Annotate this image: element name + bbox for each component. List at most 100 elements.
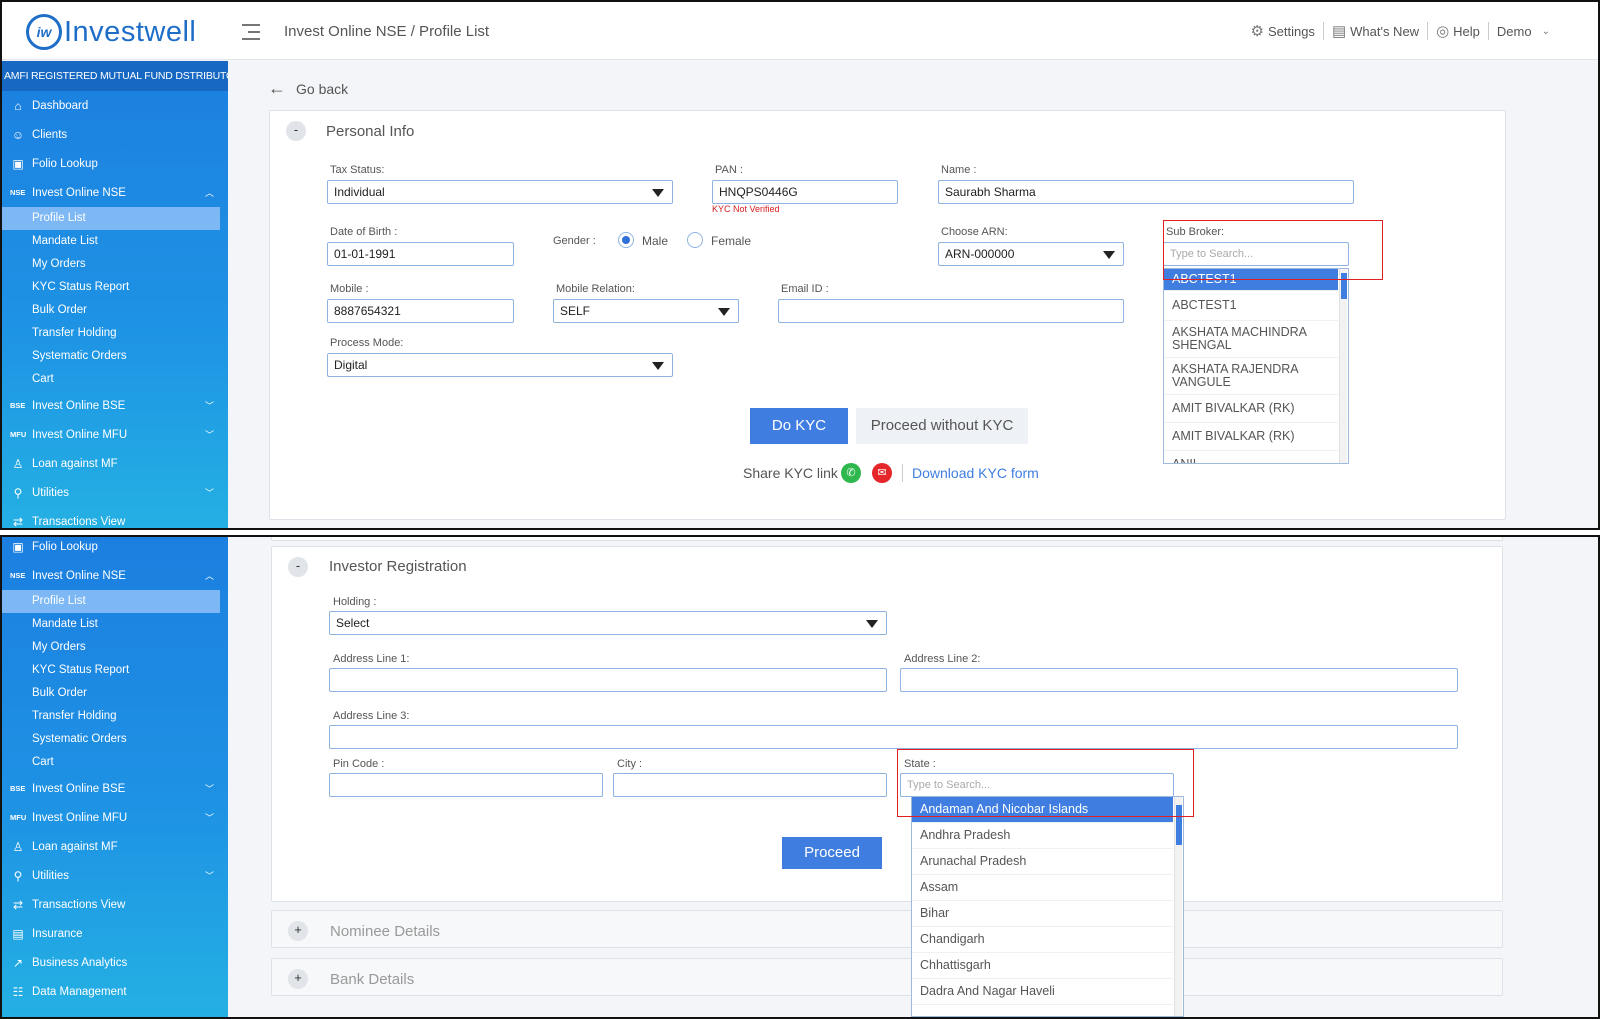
dropdown-option[interactable]: Chandigarh (912, 927, 1173, 953)
expand-toggle[interactable]: + (288, 969, 308, 989)
dropdown-option[interactable]: AMIT BIVALKAR (RK) (1164, 423, 1338, 451)
sidebar-item-folio-lookup[interactable]: ▣ Folio Lookup (2, 149, 228, 178)
sidebar-item-clients[interactable]: ☺ Clients (2, 120, 228, 149)
settings-label: Settings (1267, 23, 1315, 39)
dropdown-scrollbar[interactable] (1174, 797, 1182, 1016)
sidebar-subitem-bulk-order[interactable]: Bulk Order (2, 299, 228, 322)
sidebar-item-transactions[interactable]: ⇄ Transactions View (2, 507, 228, 529)
dropdown-option[interactable]: Arunachal Pradesh (912, 849, 1173, 875)
pan-field[interactable]: HNQPS0446G (712, 180, 898, 204)
whatsapp-icon[interactable]: ✆ (841, 463, 861, 483)
sidebar-item-business-analytics[interactable]: ↗ Business Analytics (2, 948, 228, 977)
sidebar-subitem-kyc-status[interactable]: KYC Status Report (2, 659, 228, 682)
sidebar-item-insurance[interactable]: ▤ Insurance (2, 919, 228, 948)
bank-details-section[interactable]: + Bank Details (271, 958, 1503, 996)
dropdown-option[interactable]: Andhra Pradesh (912, 823, 1173, 849)
email-field[interactable] (778, 299, 1124, 323)
sidebar-item-invest-nse[interactable]: NSE Invest Online NSE ︿ (2, 561, 228, 590)
logo-mark: iw (26, 14, 62, 50)
settings-link[interactable]: ⚙ Settings (1243, 22, 1324, 40)
dropdown-scrollbar[interactable] (1339, 269, 1347, 463)
dropdown-option[interactable]: ABCTEST1 (1164, 291, 1338, 321)
help-link[interactable]: ◎ Help (1428, 22, 1489, 40)
mobile-relation-select[interactable]: SELF (553, 299, 739, 323)
sidebar-item-transactions[interactable]: ⇄ Transactions View (2, 890, 228, 919)
sidebar-subitem-profile-list[interactable]: Profile List (2, 590, 220, 613)
email-icon[interactable]: ✉ (872, 463, 892, 483)
holding-select[interactable]: Select (329, 611, 887, 635)
whats-new-link[interactable]: ▤ What's New (1324, 22, 1429, 40)
sidebar-item-invest-nse[interactable]: NSE Invest Online NSE ︿ (2, 178, 228, 207)
whats-new-label: What's New (1350, 23, 1420, 39)
main-content: - Investor Registration Holding : Select… (231, 537, 1598, 1017)
proceed-button[interactable]: Proceed (782, 837, 882, 869)
sidebar-subitem-transfer-holding[interactable]: Transfer Holding (2, 705, 228, 728)
sidebar-subitem-mandate-list[interactable]: Mandate List (2, 613, 228, 636)
sidebar-item-data-management[interactable]: ☷ Data Management (2, 977, 228, 1006)
sidebar-item-utilities[interactable]: ⚲ Utilities ﹀ (2, 861, 228, 890)
dropdown-option[interactable]: Chhattisgarh (912, 953, 1173, 979)
dropdown-option[interactable]: AKSHATA RAJENDRA VANGULE (1164, 358, 1338, 395)
dropdown-option[interactable]: ANIL (1164, 451, 1338, 464)
dropdown-option[interactable]: Bihar (912, 901, 1173, 927)
sidebar-item-invest-mfu[interactable]: MFU Invest Online MFU ﹀ (2, 803, 228, 832)
proceed-without-kyc-button[interactable]: Proceed without KYC (856, 408, 1028, 444)
go-back-link[interactable]: ← Go back (268, 78, 348, 99)
sidebar-subitem-cart[interactable]: Cart (2, 368, 228, 391)
sidebar-subitem-kyc-status[interactable]: KYC Status Report (2, 276, 228, 299)
sidebar-item-loan[interactable]: ♙ Loan against MF (2, 832, 228, 861)
address-line-2-field[interactable] (900, 668, 1458, 692)
holding-label: Holding : (333, 596, 377, 608)
address-line-3-field[interactable] (329, 725, 1458, 749)
gender-female-radio[interactable] (687, 232, 703, 248)
sidebar-item-utilities[interactable]: ⚲ Utilities ﹀ (2, 478, 228, 507)
tax-status-select[interactable]: Individual (327, 180, 673, 204)
name-field[interactable]: Saurabh Sharma (938, 180, 1354, 204)
dropdown-option[interactable]: AMIT BIVALKAR (RK) (1164, 395, 1338, 423)
bse-tag: BSE (10, 401, 26, 410)
sidebar-item-label: Dashboard (32, 99, 89, 112)
sidebar-item-folio-lookup[interactable]: ▣ Folio Lookup (2, 537, 228, 561)
sidebar-item-label: Utilities (32, 869, 70, 882)
sidebar-subitem-bulk-order[interactable]: Bulk Order (2, 682, 228, 705)
mobile-field[interactable]: 8887654321 (327, 299, 514, 323)
sidebar-subitem-mandate-list[interactable]: Mandate List (2, 230, 228, 253)
do-kyc-button[interactable]: Do KYC (750, 408, 848, 444)
chevron-up-icon: ︿ (204, 188, 214, 198)
sidebar-subitem-cart[interactable]: Cart (2, 751, 228, 774)
sidebar-subitem-systematic-orders[interactable]: Systematic Orders (2, 728, 228, 751)
gender-male-radio[interactable] (618, 232, 634, 248)
sidebar-subitem-profile-list[interactable]: Profile List (2, 207, 220, 230)
city-field[interactable] (613, 773, 887, 797)
expand-toggle[interactable]: + (288, 921, 308, 941)
logo[interactable]: iw Investwell (26, 14, 196, 50)
sidebar-item-invest-bse[interactable]: BSE Invest Online BSE ﹀ (2, 391, 228, 420)
kyc-error-text: KYC Not Verified (712, 204, 780, 214)
sidebar-item-invest-bse[interactable]: BSE Invest Online BSE ﹀ (2, 774, 228, 803)
sidebar-item-dashboard[interactable]: ⌂ Dashboard (2, 91, 228, 120)
sidebar-subitem-transfer-holding[interactable]: Transfer Holding (2, 322, 228, 345)
collapse-toggle[interactable]: - (288, 557, 308, 577)
sidebar-subitem-my-orders[interactable]: My Orders (2, 253, 228, 276)
chevron-down-icon: ﹀ (204, 813, 214, 823)
sidebar-item-loan[interactable]: ♙ Loan against MF (2, 449, 228, 478)
nominee-details-section[interactable]: + Nominee Details (271, 910, 1503, 948)
process-mode-select[interactable]: Digital (327, 353, 673, 377)
logo-text: Investwell (64, 15, 197, 48)
sidebar-item-invest-mfu[interactable]: MFU Invest Online MFU ﹀ (2, 420, 228, 449)
dropdown-option[interactable]: Dadra And Nagar Haveli (912, 979, 1173, 1005)
arn-select[interactable]: ARN-000000 (938, 242, 1124, 266)
address-line-1-field[interactable] (329, 668, 887, 692)
dropdown-option[interactable]: AKSHATA MACHINDRA SHENGAL (1164, 321, 1338, 358)
pin-code-field[interactable] (329, 773, 603, 797)
sidebar-subitem-my-orders[interactable]: My Orders (2, 636, 228, 659)
collapse-toggle[interactable]: - (286, 121, 306, 141)
menu-toggle-icon[interactable] (242, 24, 260, 45)
user-menu[interactable]: Demo ⌄ (1489, 24, 1562, 39)
dob-field[interactable]: 01-01-1991 (327, 242, 514, 266)
investor-registration-card: - Investor Registration Holding : Select… (271, 546, 1503, 902)
nse-tag: NSE (10, 571, 26, 580)
dropdown-option[interactable]: Assam (912, 875, 1173, 901)
download-kyc-form-link[interactable]: Download KYC form (912, 465, 1039, 481)
sidebar-subitem-systematic-orders[interactable]: Systematic Orders (2, 345, 228, 368)
